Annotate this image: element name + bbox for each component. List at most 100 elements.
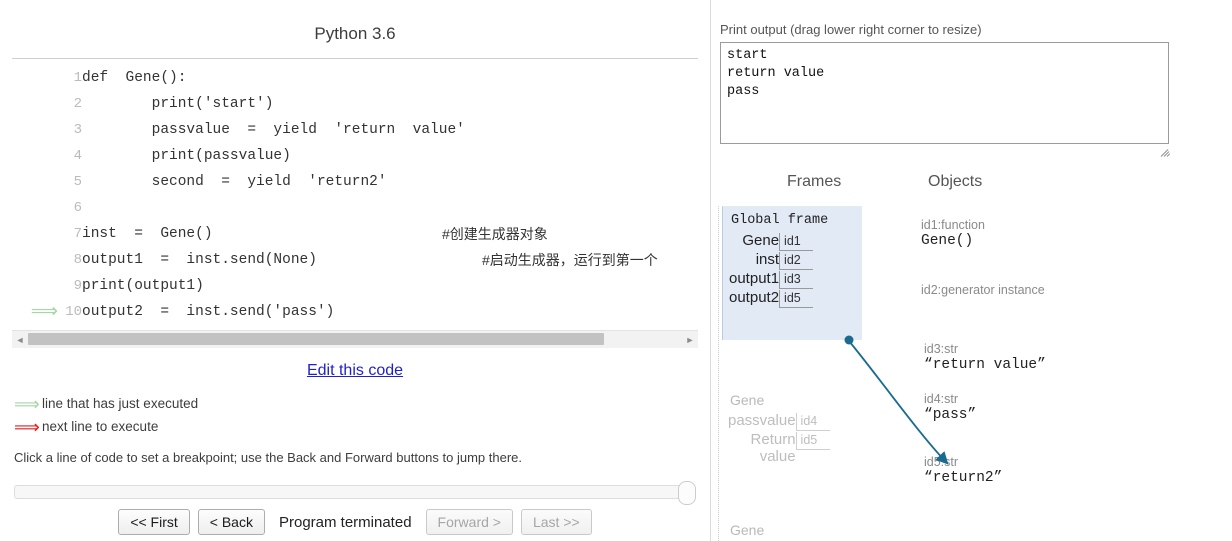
resize-grip-icon[interactable] bbox=[1160, 146, 1172, 158]
forward-button[interactable]: Forward > bbox=[425, 509, 513, 535]
variable-name: Gene bbox=[742, 232, 780, 249]
code-line[interactable]: 3 passvalue = yield 'return value' bbox=[12, 117, 465, 143]
object-id-ref[interactable]: id2 bbox=[779, 252, 814, 270]
code-line[interactable]: 9 print(output1) bbox=[12, 273, 465, 299]
variable-name: output1 bbox=[729, 270, 780, 287]
slider-handle[interactable] bbox=[678, 481, 696, 505]
line-number: 9 bbox=[73, 278, 82, 294]
code-line[interactable]: 4 print(passvalue) bbox=[12, 143, 465, 169]
edit-this-code-link[interactable]: Edit this code bbox=[307, 362, 403, 379]
line-marker-slot bbox=[12, 117, 56, 143]
frame-gene: Gene passvalue id4 Return value id5 bbox=[722, 386, 858, 496]
heap-object-label: id1:function bbox=[921, 218, 985, 232]
line-marker-slot bbox=[12, 91, 56, 117]
executed-line-arrow-icon: ⟹ bbox=[30, 301, 58, 323]
frame-variable-row: passvalue id4 bbox=[728, 412, 830, 431]
scrollbar-thumb[interactable] bbox=[28, 333, 604, 345]
scroll-left-arrow-icon[interactable]: ◄ bbox=[12, 331, 28, 348]
variable-name: Return value bbox=[750, 431, 796, 465]
visualization-headers: Frames Objects bbox=[711, 173, 1232, 197]
line-marker-slot bbox=[12, 65, 56, 91]
object-id-ref[interactable]: id5 bbox=[795, 432, 830, 450]
line-number: 3 bbox=[73, 122, 82, 138]
visualization-pane: Print output (drag lower right corner to… bbox=[711, 0, 1232, 541]
code-line-text: output1 = inst.send(None) #启动生成器，运行到第一个 bbox=[82, 247, 658, 273]
variable-value-cell: id3 bbox=[779, 270, 814, 289]
variable-name: inst bbox=[755, 251, 780, 268]
slider-track[interactable] bbox=[14, 485, 684, 499]
code-line[interactable]: 6 bbox=[12, 195, 465, 221]
code-line[interactable]: 5 second = yield 'return2' bbox=[12, 169, 465, 195]
line-number: 2 bbox=[73, 96, 82, 112]
code-line[interactable]: ⟹ 10 output2 = inst.send('pass') bbox=[12, 299, 465, 327]
frame-title: Gene bbox=[730, 522, 765, 538]
execution-legend: ⟹ line that has just executed ⟹ next lin… bbox=[14, 393, 198, 439]
heap-object: id4:str “pass” bbox=[924, 392, 976, 423]
line-marker-slot bbox=[12, 143, 56, 169]
code-line[interactable]: 1 def Gene(): bbox=[12, 65, 465, 91]
line-marker-slot bbox=[12, 169, 56, 195]
object-id-ref[interactable]: id3 bbox=[779, 271, 814, 289]
code-display[interactable]: 1 def Gene(): 2 print('start') 3 passvalue … bbox=[12, 58, 698, 327]
heap-object-label: id2:generator instance bbox=[921, 283, 1045, 297]
variable-name: output2 bbox=[729, 289, 780, 306]
code-source: print('start') bbox=[82, 96, 274, 112]
frames-column: Global frame Gene id1 inst id2 output1 id3 outp… bbox=[713, 206, 888, 541]
legend-row-next: ⟹ next line to execute bbox=[14, 416, 198, 437]
heap-object-value: Gene() bbox=[921, 233, 974, 249]
code-line-text: print(passvalue) bbox=[82, 143, 465, 169]
scrollbar-track[interactable] bbox=[28, 331, 682, 348]
variable-value-cell: id5 bbox=[795, 431, 830, 465]
line-marker-slot bbox=[12, 195, 56, 221]
line-number: 10 bbox=[65, 304, 82, 320]
heap-object-value: “return value” bbox=[924, 357, 1046, 373]
line-marker-slot bbox=[12, 221, 56, 247]
line-number: 6 bbox=[73, 200, 82, 216]
object-id-ref[interactable]: id4 bbox=[795, 413, 830, 431]
heap-object-label: id4:str bbox=[924, 392, 959, 406]
frame-gene: Gene bbox=[722, 516, 858, 541]
heap-object: id3:str “return value” bbox=[924, 342, 1046, 373]
code-horizontal-scrollbar[interactable]: ◄ ► bbox=[12, 330, 698, 348]
code-line[interactable]: 2 print('start') bbox=[12, 91, 465, 117]
frame-title: Global frame bbox=[731, 213, 829, 228]
line-number: 1 bbox=[73, 70, 82, 86]
first-button[interactable]: << First bbox=[118, 509, 190, 535]
last-button[interactable]: Last >> bbox=[520, 509, 592, 535]
heap-object-value: “pass” bbox=[924, 407, 977, 423]
line-number: 8 bbox=[73, 252, 82, 268]
code-line-text: second = yield 'return2' bbox=[82, 169, 465, 195]
print-output-box[interactable]: start return value pass bbox=[720, 42, 1169, 144]
code-comment: #创建生成器对象 bbox=[442, 226, 548, 242]
scroll-right-arrow-icon[interactable]: ► bbox=[682, 331, 698, 348]
back-button[interactable]: < Back bbox=[197, 509, 265, 535]
frame-variable-table: passvalue id4 Return value id5 bbox=[728, 412, 830, 465]
execution-step-slider[interactable] bbox=[14, 481, 696, 505]
line-marker-slot bbox=[12, 247, 56, 273]
code-table: 1 def Gene(): 2 print('start') 3 passvalue … bbox=[12, 65, 658, 327]
frame-global: Global frame Gene id1 inst id2 output1 id3 outp… bbox=[722, 206, 862, 340]
code-line[interactable]: 8 output1 = inst.send(None) #启动生成器，运行到第一个 bbox=[12, 247, 658, 273]
heap-object-label: id5:str bbox=[924, 455, 959, 469]
frame-variable-row: inst id2 bbox=[729, 251, 814, 270]
code-source: inst = Gene() bbox=[82, 226, 213, 242]
heap-object: id5:str “return2” bbox=[924, 455, 1002, 486]
objects-column: id1:function Gene() id2:generator instance… bbox=[891, 206, 1232, 541]
object-id-ref[interactable]: id1 bbox=[779, 233, 814, 251]
heap-object-label: id3:str bbox=[924, 342, 959, 356]
code-line[interactable]: 7 inst = Gene() #创建生成器对象 bbox=[12, 221, 548, 247]
code-source: def Gene(): bbox=[82, 70, 187, 86]
object-id-ref[interactable]: id5 bbox=[779, 290, 814, 308]
code-pane: Python 3.6 1 def Gene(): 2 print('start') 3… bbox=[0, 0, 710, 541]
heap-object: id2:generator instance bbox=[921, 283, 1045, 298]
heap-object: id1:function Gene() bbox=[921, 218, 985, 249]
code-source: print(passvalue) bbox=[82, 148, 291, 164]
code-source: print(output1) bbox=[82, 278, 204, 294]
code-source: output1 = inst.send(None) bbox=[82, 252, 317, 268]
legend-label-executed: line that has just executed bbox=[42, 396, 199, 411]
code-line-text bbox=[82, 195, 465, 221]
line-number: 4 bbox=[73, 148, 82, 164]
line-number: 5 bbox=[73, 174, 82, 190]
code-line-text: print(output1) bbox=[82, 273, 465, 299]
legend-label-next: next line to execute bbox=[42, 419, 159, 434]
